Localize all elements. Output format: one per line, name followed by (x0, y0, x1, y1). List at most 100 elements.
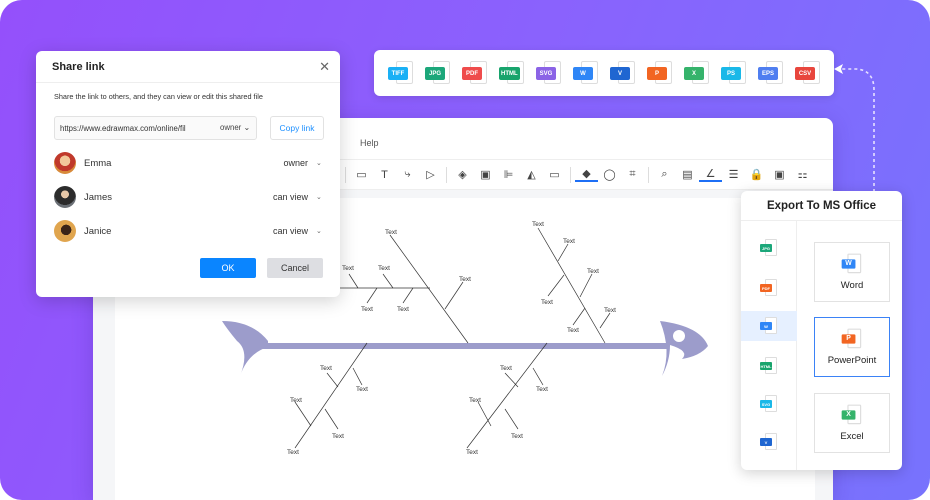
link-permission-select[interactable]: owner ⌄ (220, 123, 250, 132)
fishbone-label[interactable]: Text (511, 433, 523, 440)
line-style-icon[interactable]: ☰ (722, 165, 745, 185)
share-url-field[interactable]: https://www.edrawmax.com/online/fil owne… (54, 116, 257, 140)
fishbone-line (477, 401, 492, 427)
fishbone-line (557, 243, 569, 262)
fishbone-line (504, 372, 519, 388)
fishbone-line (294, 401, 312, 427)
fishbone-line (348, 273, 359, 289)
connector-icon[interactable]: ⤷ (396, 165, 419, 185)
powerpoint-file-icon[interactable]: P (645, 58, 679, 88)
fill-color-icon[interactable]: ◆ (575, 168, 598, 182)
fishbone-label[interactable]: Text (385, 229, 397, 236)
fishbone-label[interactable]: Text (532, 221, 544, 228)
file-icon: JPG (759, 238, 779, 258)
fishbone-label[interactable]: Text (378, 265, 390, 272)
format-item-w[interactable]: W (741, 311, 797, 341)
visio-file-icon[interactable]: V (608, 58, 642, 88)
jpg-file-icon[interactable]: JPG (423, 58, 457, 88)
search-icon[interactable]: ⌕ (653, 165, 676, 185)
ok-button[interactable]: OK (200, 258, 256, 278)
format-item-pdf[interactable]: PDF (741, 273, 797, 303)
group-icon[interactable]: ▣ (474, 165, 497, 185)
format-tag: JPG (425, 67, 445, 80)
export-ms-office-panel: Export To MS Office JPG PDF W HTML SVG V W Wor… (741, 191, 902, 470)
export-option-excel[interactable]: X Excel (814, 393, 890, 453)
excel-icon: X (841, 403, 864, 426)
share-link-dialog: Share link ✕ Share the link to others, a… (36, 51, 340, 297)
fishbone-label[interactable]: Text (287, 449, 299, 456)
user-role-select[interactable]: can view (273, 226, 308, 236)
crop-icon[interactable]: ⌗ (621, 165, 644, 185)
fishbone-label[interactable]: Text (469, 397, 481, 404)
user-role-select[interactable]: owner (283, 158, 308, 168)
format-item-html[interactable]: HTML (741, 351, 797, 381)
tiff-file-icon[interactable]: TIFF (386, 58, 420, 88)
format-item-v[interactable]: V (741, 427, 797, 457)
fishbone-line (532, 367, 544, 386)
fishbone-label[interactable]: Text (397, 306, 409, 313)
more-icon[interactable]: ⚏ (791, 165, 814, 185)
format-tag: W (573, 67, 593, 80)
user-row: James can view ⌄ (54, 185, 324, 209)
csv-file-icon[interactable]: CSV (793, 58, 827, 88)
chevron-down-icon: ⌄ (243, 123, 250, 132)
link-permission-value: owner (220, 123, 242, 132)
flip-icon[interactable]: ◭ (520, 165, 543, 185)
fishbone-label[interactable]: Text (332, 433, 344, 440)
user-role-select[interactable]: can view (273, 192, 308, 202)
format-item-svg[interactable]: SVG (741, 389, 797, 419)
fishbone-label[interactable]: Text (459, 276, 471, 283)
close-icon[interactable]: ✕ (319, 59, 330, 75)
fishbone-label[interactable]: Text (587, 268, 599, 275)
word-file-icon[interactable]: W (571, 58, 605, 88)
pointer-icon[interactable]: ▷ (419, 165, 442, 185)
rectangle-icon[interactable]: ▭ (350, 165, 373, 185)
lock-icon[interactable]: 🔒 (745, 165, 768, 185)
cancel-button[interactable]: Cancel (267, 258, 323, 278)
toolbar-separator (648, 166, 649, 183)
fishbone-label[interactable]: Text (563, 238, 575, 245)
fishbone-label[interactable]: Text (361, 306, 373, 313)
fishbone-label[interactable]: Text (567, 327, 579, 334)
chevron-down-icon[interactable]: ⌄ (316, 159, 324, 167)
fishbone-label[interactable]: Text (466, 449, 478, 456)
copy-link-button[interactable]: Copy link (270, 116, 324, 140)
layers-icon[interactable]: ◈ (451, 165, 474, 185)
user-row: Janice can view ⌄ (54, 219, 324, 243)
fit-icon[interactable]: ▣ (768, 165, 791, 185)
frame-icon[interactable]: ▭ (543, 165, 566, 185)
fish-tail (222, 321, 268, 376)
html-file-icon[interactable]: HTML (497, 58, 531, 88)
eps-file-icon[interactable]: EPS (756, 58, 790, 88)
chevron-down-icon[interactable]: ⌄ (316, 193, 324, 201)
fishbone-label[interactable]: Text (604, 307, 616, 314)
fish-eye (673, 330, 685, 342)
fishbone-label[interactable]: Text (500, 365, 512, 372)
fishbone-label[interactable]: Text (290, 397, 302, 404)
format-item-jpg[interactable]: JPG (741, 233, 797, 263)
dialog-description: Share the link to others, and they can v… (54, 92, 263, 101)
ps-file-icon[interactable]: PS (719, 58, 753, 88)
excel-file-icon[interactable]: X (682, 58, 716, 88)
toolbar-separator (570, 166, 571, 183)
align-icon[interactable]: ⊫ (497, 165, 520, 185)
svg-file-icon[interactable]: SVG (534, 58, 568, 88)
pdf-file-icon[interactable]: PDF (460, 58, 494, 88)
fishbone-label[interactable]: Text (356, 386, 368, 393)
fishbone-label[interactable]: Text (536, 386, 548, 393)
fishbone-line (402, 287, 414, 304)
chevron-down-icon[interactable]: ⌄ (316, 227, 324, 235)
file-icon: SVG (759, 394, 779, 414)
shape-style-icon[interactable]: ◯ (598, 165, 621, 185)
text-icon[interactable]: T (373, 165, 396, 185)
line-color-icon[interactable]: ∠ (699, 168, 722, 182)
export-option-powerpoint[interactable]: P PowerPoint (814, 317, 890, 377)
fishbone-line (504, 408, 519, 430)
export-option-word[interactable]: W Word (814, 242, 890, 302)
fishbone-label[interactable]: Text (541, 299, 553, 306)
fishbone-label[interactable]: Text (342, 265, 354, 272)
fishbone-label[interactable]: Text (320, 365, 332, 372)
menu-help[interactable]: Help (360, 138, 379, 148)
format-painter-icon[interactable]: ▤ (676, 165, 699, 185)
file-icon: W (759, 316, 779, 336)
